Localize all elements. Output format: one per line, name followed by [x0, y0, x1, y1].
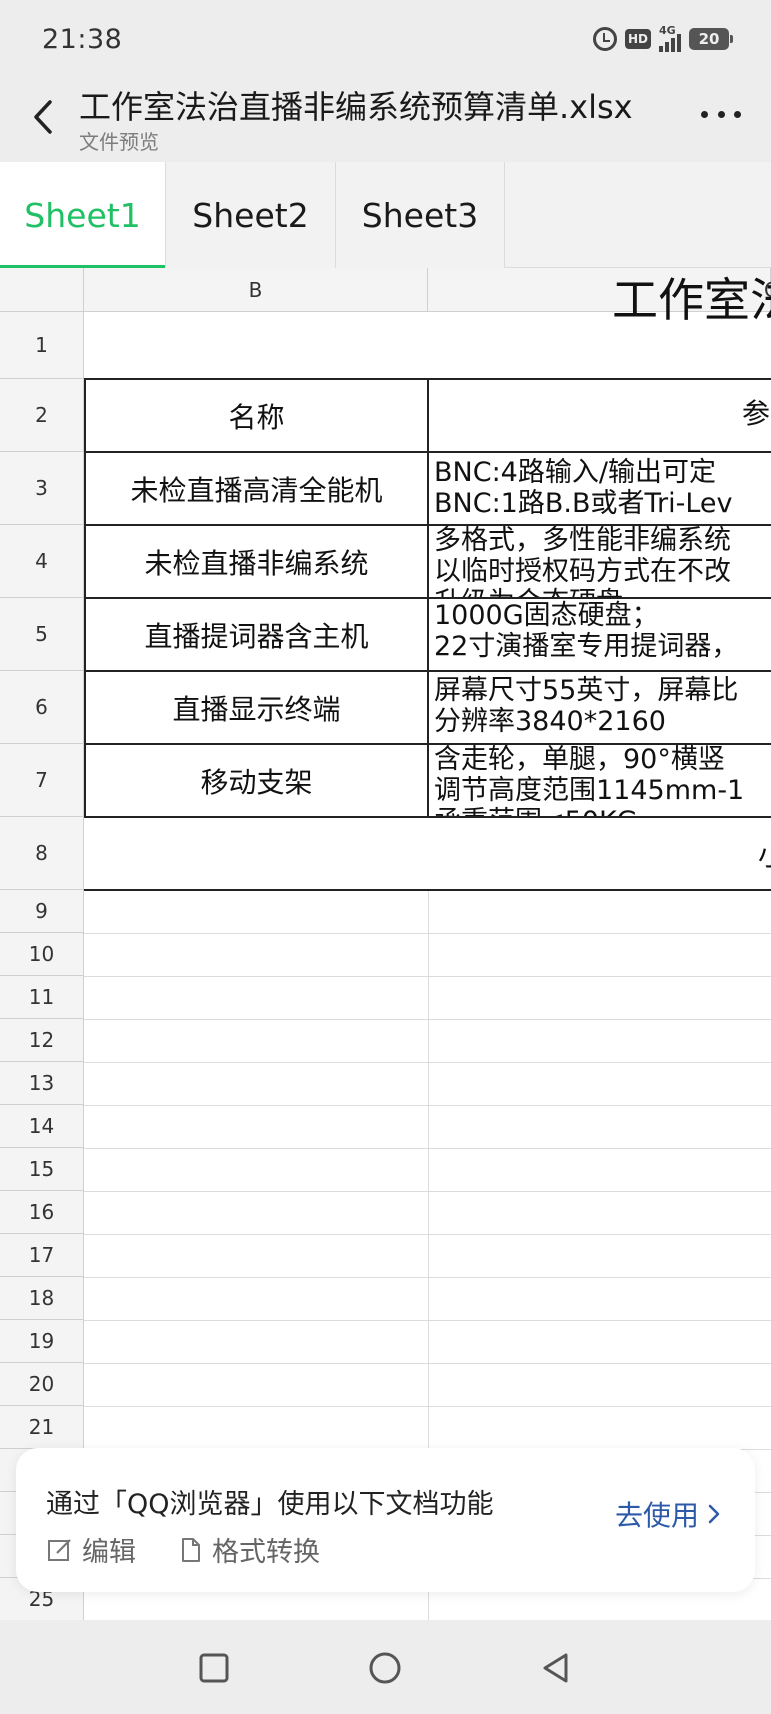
hd-icon: HD: [624, 29, 651, 49]
cell-item-name[interactable]: 未检直播高清全能机: [85, 452, 428, 525]
edit-feature[interactable]: 编辑: [46, 1530, 136, 1569]
triangle-back-icon[interactable]: [532, 1644, 580, 1692]
tab-sheet3[interactable]: Sheet3: [336, 162, 505, 268]
row-header[interactable]: 11: [0, 976, 84, 1019]
row-header[interactable]: 3: [0, 452, 84, 525]
status-icons: HD 4G 20: [592, 24, 733, 52]
chevron-right-icon: [708, 1504, 720, 1524]
go-use-label: 去使用: [614, 1499, 699, 1532]
row-header[interactable]: 1: [0, 312, 84, 379]
grid-line: [84, 1062, 771, 1063]
alarm-clock-icon: [592, 27, 617, 51]
cell-item-name[interactable]: 直播提词器含主机: [85, 598, 428, 671]
row-header[interactable]: 20: [0, 1363, 84, 1406]
grid-line: [84, 1191, 771, 1192]
banner-prompt: 通过「QQ浏览器」使用以下文档功能: [46, 1489, 494, 1520]
convert-label: 格式转换: [212, 1537, 320, 1568]
grid-line: [84, 1148, 771, 1149]
subtotal-cell[interactable]: 小: [758, 834, 771, 874]
status-time: 21:38: [42, 24, 123, 55]
grid-line: [84, 1320, 771, 1321]
tab-sheet1[interactable]: Sheet1: [0, 162, 166, 269]
sheet-tabs: Sheet1 Sheet2 Sheet3: [0, 162, 771, 269]
row-header[interactable]: 5: [0, 598, 84, 671]
cell-item-desc[interactable]: 1000G固态硬盘； 22寸演播室专用提词器，: [432, 598, 771, 671]
row-header[interactable]: 12: [0, 1019, 84, 1062]
spreadsheet-grid[interactable]: B C 1 2 3 4 5 6 7 8 9 10 11 12 13 14 15 …: [0, 268, 771, 1620]
status-bar: 21:38 HD 4G 20: [0, 0, 771, 80]
cell-item-desc[interactable]: BNC:4路输入/输出可定 BNC:1路B.B或者Tri-Lev: [432, 452, 771, 525]
cell-item-name[interactable]: 未检直播非编系统: [85, 525, 428, 598]
grid-line: [84, 933, 771, 934]
system-nav-bar: [0, 1620, 771, 1714]
cell-item-name[interactable]: 移动支架: [85, 744, 428, 817]
grid-line: [84, 1234, 771, 1235]
sheet-title-cell[interactable]: 工作室法: [612, 268, 771, 330]
grid-line: [84, 1406, 771, 1407]
sheet-corner: [0, 268, 84, 312]
table-border: [84, 378, 86, 818]
row-header[interactable]: 19: [0, 1320, 84, 1363]
grid-line: [84, 1105, 771, 1106]
column-header-b[interactable]: B: [84, 268, 428, 312]
row-header[interactable]: 9: [0, 890, 84, 933]
row-header[interactable]: 4: [0, 525, 84, 598]
cell-item-desc[interactable]: 含走轮，单腿，90°横竖 调节高度范围1145mm-1 承重范围≤50KG: [432, 744, 771, 817]
edit-label: 编辑: [82, 1537, 136, 1568]
square-icon[interactable]: [190, 1644, 238, 1692]
edit-icon: [48, 1538, 71, 1561]
signal-icon: 4G: [659, 24, 681, 52]
network-type-label: 4G: [659, 24, 676, 37]
chevron-left-icon[interactable]: [24, 92, 64, 142]
cell-item-desc[interactable]: 多格式，多性能非编系统 以临时授权码方式在不改 升级为合态硬盘: [432, 525, 771, 598]
document-title: 工作室法治直播非编系统预算清单.xlsx: [79, 88, 633, 126]
title-bar: 工作室法治直播非编系统预算清单.xlsx 文件预览: [0, 80, 771, 162]
grid-line: [84, 1363, 771, 1364]
document-subtitle: 文件预览: [79, 130, 159, 154]
row-header[interactable]: 15: [0, 1148, 84, 1191]
row-header[interactable]: 6: [0, 671, 84, 744]
grid-line: [84, 976, 771, 977]
table-border: [427, 378, 429, 818]
header-cell-name[interactable]: 名称: [85, 379, 428, 452]
table-border: [84, 889, 771, 891]
row-header[interactable]: 13: [0, 1062, 84, 1105]
qq-browser-banner: 通过「QQ浏览器」使用以下文档功能 编辑 格式转换 去使用: [16, 1448, 755, 1592]
row-header[interactable]: 16: [0, 1191, 84, 1234]
row-header[interactable]: 7: [0, 744, 84, 817]
circle-icon[interactable]: [361, 1644, 409, 1692]
row-header[interactable]: 14: [0, 1105, 84, 1148]
convert-feature[interactable]: 格式转换: [178, 1530, 320, 1569]
row-header[interactable]: 21: [0, 1406, 84, 1449]
header-cell-param[interactable]: 参: [742, 392, 770, 432]
grid-line: [84, 1277, 771, 1278]
go-use-button[interactable]: 去使用: [615, 1494, 721, 1534]
tab-sheet2[interactable]: Sheet2: [166, 162, 336, 268]
row-header[interactable]: 8: [0, 817, 84, 890]
cell-item-name[interactable]: 直播显示终端: [85, 671, 428, 744]
cell-item-desc[interactable]: 屏幕尺寸55英寸，屏幕比 分辨率3840*2160: [432, 671, 771, 744]
more-dots-icon[interactable]: [701, 104, 741, 124]
row-header[interactable]: 10: [0, 933, 84, 976]
battery-icon: 20: [689, 28, 733, 50]
row-header[interactable]: 17: [0, 1234, 84, 1277]
grid-line: [84, 1019, 771, 1020]
row-header[interactable]: 2: [0, 379, 84, 452]
row-header[interactable]: 18: [0, 1277, 84, 1320]
document-icon: [182, 1537, 200, 1562]
